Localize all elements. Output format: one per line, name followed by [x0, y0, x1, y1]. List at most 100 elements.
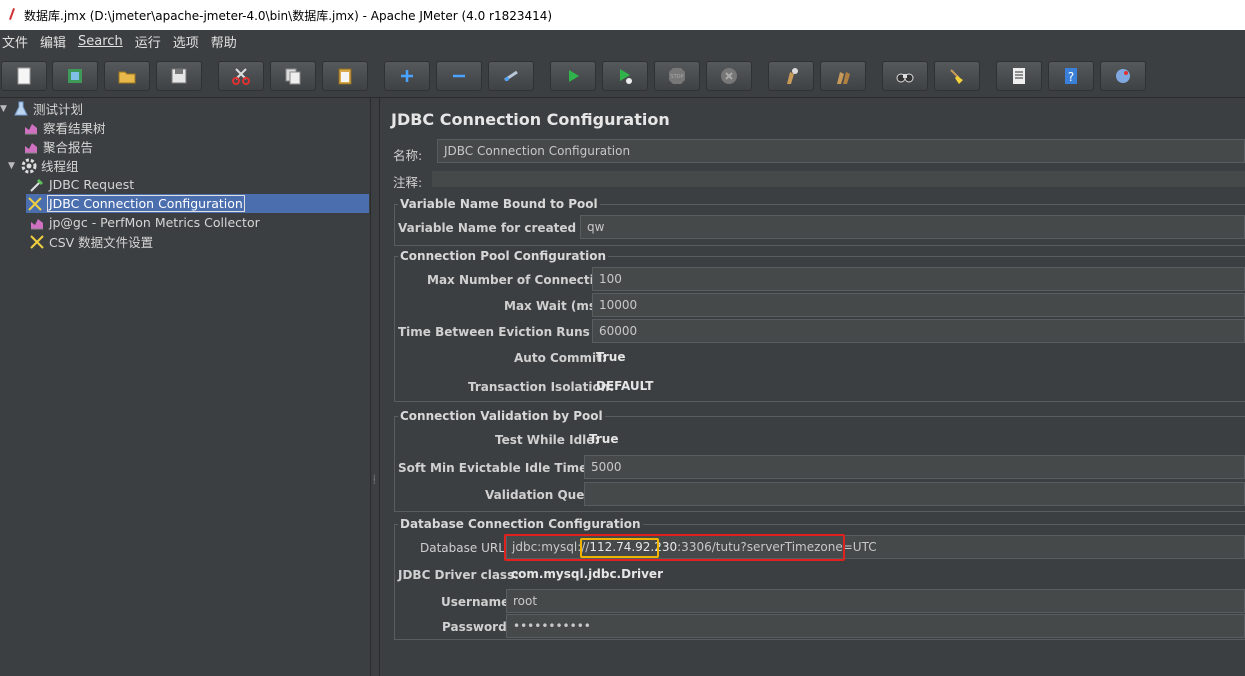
test-plan-tree: ▼ 测试计划 察看结果树 聚合报告 ▼ 线程组 JDBC Request JDB: [0, 98, 370, 676]
tree-node-jdbc-request[interactable]: JDBC Request: [28, 175, 134, 194]
start-no-pauses-icon: [620, 69, 632, 84]
templates-button[interactable]: [52, 61, 98, 91]
password-field[interactable]: •••••••••••: [506, 614, 1245, 638]
paste-button[interactable]: [322, 61, 368, 91]
tree-node-label: JDBC Request: [49, 177, 135, 192]
database-url-label: Database URL:: [420, 541, 509, 555]
copy-button[interactable]: [270, 61, 316, 91]
comment-label: 注释:: [393, 175, 423, 190]
stop-icon: STOP: [669, 68, 685, 84]
max-wait-field[interactable]: 10000: [592, 293, 1245, 317]
binoculars-icon: [896, 73, 914, 83]
tree-node-jdbc-connection-configuration[interactable]: JDBC Connection Configuration: [26, 194, 369, 213]
new-icon: [17, 67, 31, 85]
split-pane-divider[interactable]: ⁞ ⁞: [370, 98, 380, 676]
group-title-db: Database Connection Configuration: [398, 517, 643, 531]
tree-node-label: 测试计划: [33, 102, 84, 117]
validation-query-field[interactable]: [584, 482, 1245, 506]
tree-node-test-plan[interactable]: ▼ 测试计划: [0, 99, 83, 118]
max-wait-label: Max Wait (ms):: [504, 299, 607, 313]
menu-run[interactable]: 运行: [133, 32, 167, 51]
paste-icon: [338, 68, 352, 85]
tree-node-label: 聚合报告: [43, 140, 94, 155]
name-label: 名称:: [393, 148, 423, 163]
copy-icon: [285, 68, 301, 85]
name-field[interactable]: JDBC Connection Configuration: [437, 139, 1245, 163]
username-label: Username:: [441, 595, 515, 609]
config-icon: [26, 196, 44, 212]
collapse-all-button[interactable]: [436, 61, 482, 91]
window-titlebar: 数据库.jmx (D:\jmeter\apache-jmeter-4.0\bin…: [0, 0, 1245, 30]
test-while-idle-label: Test While Idle:: [495, 433, 600, 447]
tree-node-label: JDBC Connection Configuration: [47, 195, 245, 212]
plus-icon: [401, 70, 413, 82]
tree-node-thread-group[interactable]: ▼ 线程组: [8, 156, 79, 175]
start-no-pauses-button[interactable]: [602, 61, 648, 91]
tree-toggle[interactable]: ▼: [0, 104, 12, 114]
menu-bar: 文件 编辑 Search 运行 选项 帮助: [0, 30, 1245, 52]
listener-icon: [28, 215, 46, 231]
save-button[interactable]: [156, 61, 202, 91]
stop-icon-label: STOP: [670, 74, 683, 80]
tree-node-label: 线程组: [41, 159, 79, 174]
password-label: Password:: [442, 620, 512, 634]
tree-node-label: jp@gc - PerfMon Metrics Collector: [49, 215, 260, 230]
comment-field[interactable]: [432, 171, 1245, 187]
toggle-button[interactable]: [488, 61, 534, 91]
sampler-icon: [28, 177, 46, 193]
soft-min-idle-field[interactable]: 5000: [584, 455, 1245, 479]
stop-button[interactable]: STOP: [654, 61, 700, 91]
menu-search[interactable]: Search: [76, 34, 129, 49]
host-highlight-orange: [580, 538, 659, 558]
function-helper-button[interactable]: [996, 61, 1042, 91]
auto-commit-select[interactable]: True: [592, 345, 1245, 369]
driver-class-label: JDBC Driver class:: [398, 568, 520, 582]
new-button[interactable]: [1, 61, 47, 91]
tree-node-label: 察看结果树: [43, 121, 106, 136]
transaction-isolation-select[interactable]: DEFAULT: [592, 374, 1245, 398]
expand-all-button[interactable]: [384, 61, 430, 91]
menu-help[interactable]: 帮助: [209, 32, 243, 51]
start-button[interactable]: [550, 61, 596, 91]
menu-edit[interactable]: 编辑: [38, 32, 72, 51]
var-name-field[interactable]: qw: [580, 215, 1245, 239]
thread-group-icon: [20, 158, 38, 174]
tree-toggle[interactable]: ▼: [8, 161, 20, 171]
listener-icon: [22, 139, 40, 155]
clear-button[interactable]: [768, 61, 814, 91]
eviction-runs-field[interactable]: 60000: [592, 319, 1245, 343]
tree-node-view-results-tree[interactable]: 察看结果树: [22, 118, 106, 137]
toggle-icon: [504, 70, 518, 82]
shutdown-button[interactable]: [706, 61, 752, 91]
help-button[interactable]: ?: [1048, 61, 1094, 91]
search-button[interactable]: [882, 61, 928, 91]
menu-options[interactable]: 选项: [171, 32, 205, 51]
cut-button[interactable]: [218, 61, 264, 91]
clear-all-button[interactable]: [820, 61, 866, 91]
shutdown-icon: [721, 68, 737, 84]
config-icon: [28, 234, 46, 250]
broom-icon: [950, 69, 963, 84]
test-plan-icon: [12, 101, 30, 117]
tree-node-perfmon-collector[interactable]: jp@gc - PerfMon Metrics Collector: [28, 213, 260, 232]
menu-file[interactable]: 文件: [0, 32, 34, 51]
open-button[interactable]: [104, 61, 150, 91]
minus-icon: [453, 74, 465, 78]
driver-class-select[interactable]: com.mysql.jdbc.Driver: [507, 562, 1245, 586]
group-title-pool: Connection Pool Configuration: [398, 249, 609, 263]
open-icon: [118, 71, 136, 84]
reset-search-button[interactable]: [934, 61, 980, 91]
remote-button[interactable]: [1100, 61, 1146, 91]
test-while-idle-select[interactable]: True: [585, 427, 1245, 451]
svg-text:?: ?: [1068, 70, 1074, 84]
clear-icon: [787, 68, 798, 84]
tree-node-aggregate-report[interactable]: 聚合报告: [22, 137, 93, 156]
config-panel: JDBC Connection Configuration 名称: JDBC C…: [380, 98, 1245, 676]
listener-icon: [22, 120, 40, 136]
clear-all-icon: [837, 72, 850, 84]
tree-node-csv-data-set-config[interactable]: CSV 数据文件设置: [28, 232, 153, 251]
window-title: 数据库.jmx (D:\jmeter\apache-jmeter-4.0\bin…: [24, 8, 553, 23]
username-field[interactable]: root: [506, 589, 1245, 613]
panel-title: JDBC Connection Configuration: [391, 110, 670, 129]
max-connections-field[interactable]: 100: [592, 267, 1245, 291]
